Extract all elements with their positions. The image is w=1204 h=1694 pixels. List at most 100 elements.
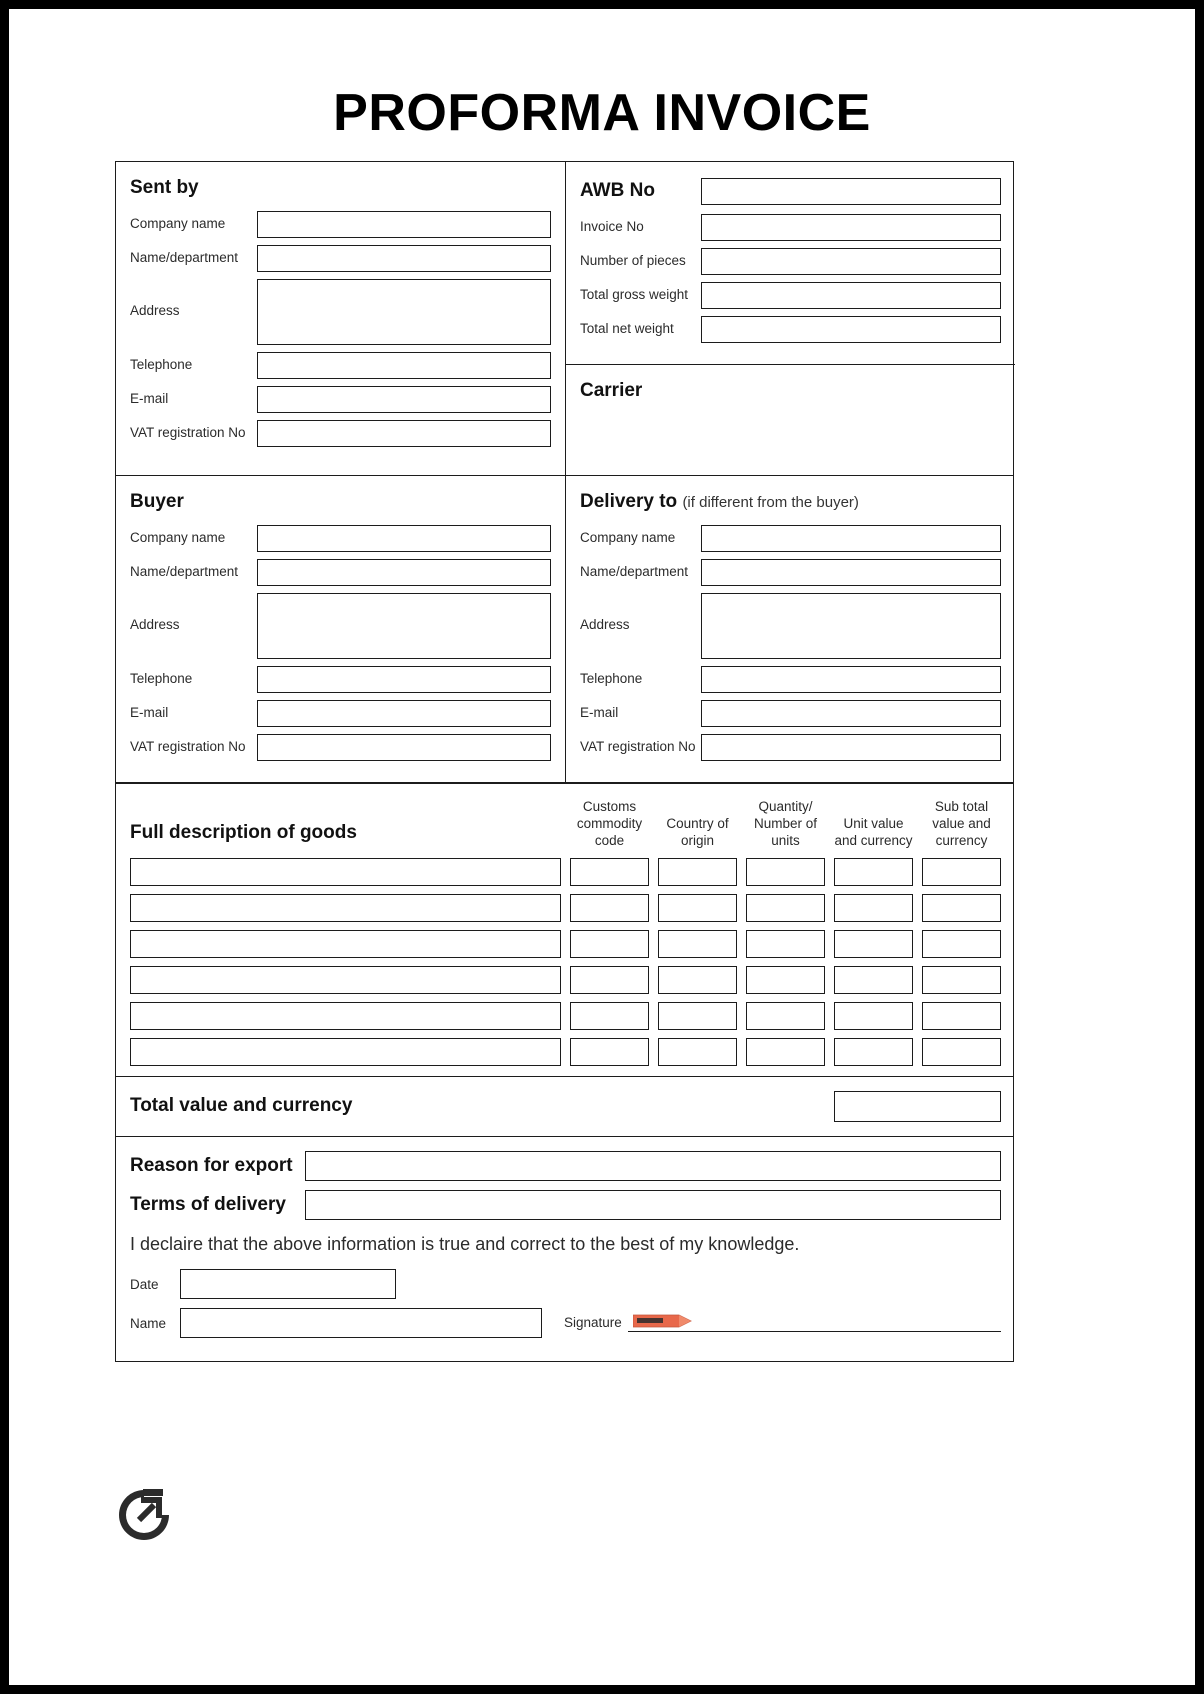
label-reason-for-export: Reason for export [130, 1154, 293, 1176]
field-sent-by-telephone: Telephone [130, 351, 551, 379]
field-sent-by-email: E-mail [130, 385, 551, 413]
input-goods-customs-code[interactable] [570, 1001, 649, 1030]
field-total-net-weight: Total net weight [580, 316, 1001, 343]
input-goods-country-of-origin[interactable] [658, 857, 737, 886]
input-reason-for-export[interactable] [305, 1150, 1001, 1181]
input-total-value-and-currency[interactable] [834, 1090, 1001, 1122]
input-goods-quantity[interactable] [746, 965, 825, 994]
field-delivery-address: Address [580, 592, 1001, 659]
label-name: Name [130, 1315, 167, 1331]
input-delivery-vat[interactable] [700, 733, 1001, 761]
input-delivery-address[interactable] [700, 592, 1001, 659]
band-sender-shipment: Sent by Company name Name/department Add… [116, 162, 1015, 476]
input-goods-country-of-origin[interactable] [658, 1001, 737, 1030]
row-name-signature: Name Signature [130, 1308, 1001, 1339]
input-goods-country-of-origin[interactable] [658, 965, 737, 994]
input-goods-description[interactable] [130, 965, 561, 994]
input-goods-customs-code[interactable] [570, 857, 649, 886]
input-sent-by-email[interactable] [256, 385, 551, 413]
column-header-quantity-number-of-units: Quantity/ Number of units [753, 798, 818, 849]
section-carrier[interactable]: Carrier [566, 365, 1015, 475]
field-awb-no: AWB No [580, 178, 1001, 205]
input-sent-by-name-department[interactable] [256, 244, 551, 272]
field-terms-of-delivery: Terms of delivery [130, 1189, 1001, 1220]
buyer-heading: Buyer [130, 491, 184, 512]
sent-by-heading: Sent by [130, 177, 199, 198]
input-goods-description[interactable] [130, 1001, 561, 1030]
input-sent-by-address[interactable] [256, 278, 551, 345]
input-delivery-company-name[interactable] [700, 524, 1001, 552]
input-goods-customs-code[interactable] [570, 965, 649, 994]
input-goods-customs-code[interactable] [570, 1037, 649, 1066]
input-delivery-telephone[interactable] [700, 665, 1001, 693]
label-number-of-pieces: Number of pieces [580, 253, 686, 269]
page-canvas: PROFORMA INVOICE Sent by Company name Na… [0, 0, 1204, 1694]
signature-line [627, 1330, 1001, 1332]
input-total-gross-weight[interactable] [700, 282, 1001, 309]
input-buyer-name-department[interactable] [256, 558, 551, 586]
input-sent-by-vat[interactable] [256, 419, 551, 447]
input-goods-country-of-origin[interactable] [658, 1037, 737, 1066]
input-goods-sub-total[interactable] [922, 1037, 1001, 1066]
input-name[interactable] [180, 1308, 542, 1339]
input-delivery-name-department[interactable] [700, 558, 1001, 586]
input-goods-unit-value[interactable] [834, 965, 913, 994]
field-buyer-name-department: Name/department [130, 558, 551, 586]
signature-line-wrap[interactable] [627, 1314, 1001, 1332]
input-goods-quantity[interactable] [746, 857, 825, 886]
input-goods-country-of-origin[interactable] [658, 929, 737, 958]
input-date[interactable] [180, 1269, 396, 1300]
input-goods-quantity[interactable] [746, 929, 825, 958]
input-buyer-vat[interactable] [256, 733, 551, 761]
label-address: Address [130, 617, 180, 633]
input-goods-quantity[interactable] [746, 893, 825, 922]
input-buyer-telephone[interactable] [256, 665, 551, 693]
input-buyer-address[interactable] [256, 592, 551, 659]
input-goods-unit-value[interactable] [834, 1037, 913, 1066]
input-goods-quantity[interactable] [746, 1037, 825, 1066]
input-buyer-company-name[interactable] [256, 524, 551, 552]
input-goods-description[interactable] [130, 1037, 561, 1066]
input-goods-sub-total[interactable] [922, 965, 1001, 994]
field-delivery-name-department: Name/department [580, 558, 1001, 586]
section-total: Total value and currency [116, 1075, 1013, 1136]
input-number-of-pieces[interactable] [700, 248, 1001, 275]
label-email: E-mail [130, 390, 169, 406]
input-invoice-no[interactable] [700, 214, 1001, 241]
label-address: Address [580, 617, 630, 633]
label-company-name: Company name [580, 529, 676, 545]
input-goods-description[interactable] [130, 929, 561, 958]
input-delivery-email[interactable] [700, 699, 1001, 727]
section-footer: Reason for export Terms of delivery I de… [116, 1135, 1013, 1362]
input-awb-no[interactable] [700, 178, 1001, 205]
input-buyer-email[interactable] [256, 699, 551, 727]
input-sent-by-telephone[interactable] [256, 351, 551, 379]
input-goods-sub-total[interactable] [922, 857, 1001, 886]
field-delivery-telephone: Telephone [580, 665, 1001, 693]
label-invoice-no: Invoice No [580, 219, 644, 235]
input-goods-customs-code[interactable] [570, 929, 649, 958]
input-terms-of-delivery[interactable] [305, 1189, 1001, 1220]
field-buyer-address: Address [130, 592, 551, 659]
delivery-to-heading: Delivery to (if different from the buyer… [580, 491, 1001, 513]
table-row [130, 965, 1001, 994]
input-goods-sub-total[interactable] [922, 929, 1001, 958]
total-value-label: Total value and currency [130, 1095, 353, 1117]
input-goods-unit-value[interactable] [834, 893, 913, 922]
input-goods-unit-value[interactable] [834, 857, 913, 886]
input-sent-by-company-name[interactable] [256, 210, 551, 238]
input-goods-unit-value[interactable] [834, 929, 913, 958]
input-goods-sub-total[interactable] [922, 893, 1001, 922]
column-header-country-of-origin: Country of origin [666, 816, 729, 849]
input-total-net-weight[interactable] [700, 316, 1001, 343]
input-goods-customs-code[interactable] [570, 893, 649, 922]
input-goods-description[interactable] [130, 857, 561, 886]
input-goods-quantity[interactable] [746, 1001, 825, 1030]
field-reason-for-export: Reason for export [130, 1150, 1001, 1181]
input-goods-country-of-origin[interactable] [658, 893, 737, 922]
input-goods-description[interactable] [130, 893, 561, 922]
label-signature: Signature [564, 1314, 622, 1330]
input-goods-sub-total[interactable] [922, 1001, 1001, 1030]
delivery-to-heading-text: Delivery to [580, 491, 678, 512]
input-goods-unit-value[interactable] [834, 1001, 913, 1030]
